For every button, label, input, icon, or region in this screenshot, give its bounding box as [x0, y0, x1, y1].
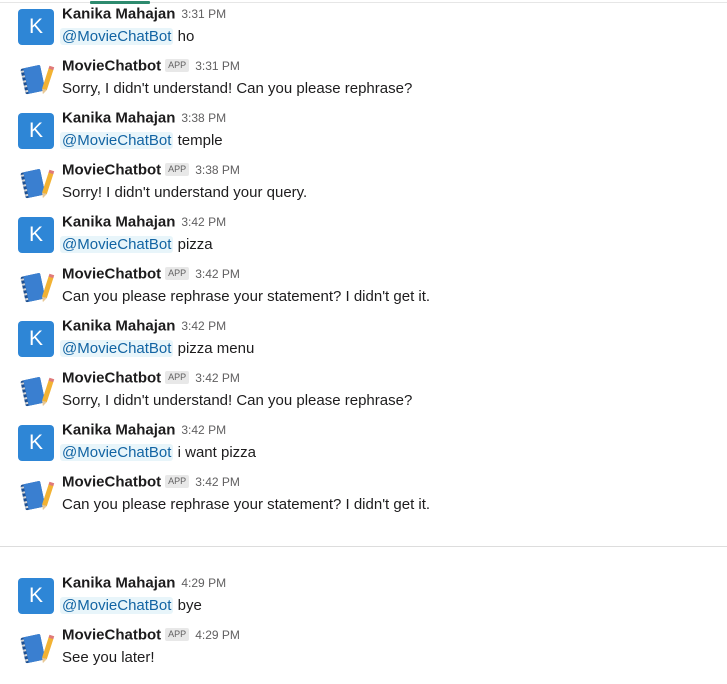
mention-link[interactable]: @MovieChatBot: [60, 132, 174, 149]
message-header: MovieChatbot APP 4:29 PM: [62, 626, 240, 646]
message-header: Kanika Mahajan 3:38 PM: [62, 109, 226, 129]
message-user: K Kanika Mahajan 3:38 PM @MovieChatBot te…: [0, 109, 727, 161]
message-user: K Kanika Mahajan 3:42 PM @MovieChatBot pi…: [0, 213, 727, 265]
app-badge: APP: [165, 59, 190, 73]
sender-name[interactable]: MovieChatbot: [62, 57, 161, 74]
message-body: @MovieChatBot pizza: [60, 236, 213, 253]
day-divider: [0, 546, 727, 547]
message-bot: MovieChatbot APP 3:31 PM Sorry, I didn't u…: [0, 57, 727, 109]
timestamp[interactable]: 3:42 PM: [195, 475, 240, 489]
mention-link[interactable]: @MovieChatBot: [60, 28, 174, 45]
message-header: MovieChatbot APP 3:42 PM: [62, 473, 240, 493]
message-header: Kanika Mahajan 3:42 PM: [62, 317, 226, 337]
message-bot: MovieChatbot APP 3:42 PM Can you please re…: [0, 473, 727, 525]
sender-name[interactable]: Kanika Mahajan: [62, 574, 175, 591]
message-user: K Kanika Mahajan 4:29 PM @MovieChatBot by…: [0, 574, 727, 626]
message-text: See you later!: [62, 649, 155, 666]
message-text: Sorry! I didn't understand your query.: [62, 184, 308, 201]
mention-link[interactable]: @MovieChatBot: [60, 444, 174, 461]
message-bot: MovieChatbot APP 3:42 PM Can you please re…: [0, 265, 727, 317]
message-header: MovieChatbot APP 3:42 PM: [62, 265, 240, 285]
message-text: Sorry, I didn't understand! Can you plea…: [62, 392, 413, 409]
notebook-pencil-icon[interactable]: [17, 629, 55, 667]
message-user: K Kanika Mahajan 3:31 PM @MovieChatBot ho: [0, 5, 727, 57]
notebook-pencil-icon[interactable]: [17, 164, 55, 202]
message-body: @MovieChatBot i want pizza: [60, 444, 256, 461]
sender-name[interactable]: MovieChatbot: [62, 161, 161, 178]
notebook-pencil-icon[interactable]: [17, 372, 55, 410]
timestamp[interactable]: 3:31 PM: [195, 59, 240, 73]
notebook-pencil-icon[interactable]: [17, 476, 55, 514]
timestamp[interactable]: 3:38 PM: [181, 111, 226, 125]
timestamp[interactable]: 3:42 PM: [195, 267, 240, 281]
message-body: Sorry, I didn't understand! Can you plea…: [62, 80, 412, 97]
app-badge: APP: [165, 475, 190, 489]
message-header: Kanika Mahajan 4:29 PM: [62, 574, 226, 594]
message-body: Can you please rephrase your statement? …: [62, 288, 430, 305]
message-header: MovieChatbot APP 3:38 PM: [62, 161, 240, 181]
message-text: temple: [177, 132, 223, 149]
avatar[interactable]: K: [18, 578, 54, 614]
timestamp[interactable]: 3:42 PM: [181, 423, 226, 437]
avatar[interactable]: K: [18, 217, 54, 253]
sender-name[interactable]: Kanika Mahajan: [62, 317, 175, 334]
app-badge: APP: [165, 267, 190, 281]
message-header: Kanika Mahajan 3:42 PM: [62, 421, 226, 441]
message-text: ho: [177, 28, 195, 45]
message-text: Can you please rephrase your statement? …: [62, 288, 431, 305]
message-header: MovieChatbot APP 3:31 PM: [62, 57, 240, 77]
message-body: Sorry! I didn't understand your query.: [62, 184, 307, 201]
message-body: See you later!: [62, 649, 155, 666]
timestamp[interactable]: 3:42 PM: [195, 371, 240, 385]
sender-name[interactable]: Kanika Mahajan: [62, 109, 175, 126]
notebook-pencil-icon[interactable]: [17, 60, 55, 98]
message-body: Sorry, I didn't understand! Can you plea…: [62, 392, 412, 409]
message-user: K Kanika Mahajan 3:42 PM @MovieChatBot i …: [0, 421, 727, 473]
avatar[interactable]: K: [18, 321, 54, 357]
message-body: @MovieChatBot temple: [60, 132, 223, 149]
message-body: @MovieChatBot pizza menu: [60, 340, 255, 357]
message-text: Sorry, I didn't understand! Can you plea…: [62, 80, 413, 97]
sender-name[interactable]: Kanika Mahajan: [62, 213, 175, 230]
message-header: Kanika Mahajan 3:42 PM: [62, 213, 226, 233]
message-text: Can you please rephrase your statement? …: [62, 496, 431, 513]
app-badge: APP: [165, 628, 190, 642]
timestamp[interactable]: 3:42 PM: [181, 319, 226, 333]
app-badge: APP: [165, 163, 190, 177]
message-user: K Kanika Mahajan 3:42 PM @MovieChatBot pi…: [0, 317, 727, 369]
sender-name[interactable]: Kanika Mahajan: [62, 5, 175, 22]
message-body: @MovieChatBot ho: [60, 28, 195, 45]
timestamp[interactable]: 4:29 PM: [181, 576, 226, 590]
avatar[interactable]: K: [18, 113, 54, 149]
mention-link[interactable]: @MovieChatBot: [60, 236, 174, 253]
sender-name[interactable]: MovieChatbot: [62, 473, 161, 490]
timestamp[interactable]: 4:29 PM: [195, 628, 240, 642]
timestamp[interactable]: 3:42 PM: [181, 215, 226, 229]
notebook-pencil-icon[interactable]: [17, 268, 55, 306]
message-bot: MovieChatbot APP 3:42 PM Sorry, I didn't u…: [0, 369, 727, 421]
message-text: bye: [177, 597, 202, 614]
sender-name[interactable]: MovieChatbot: [62, 369, 161, 386]
timestamp[interactable]: 3:38 PM: [195, 163, 240, 177]
avatar[interactable]: K: [18, 425, 54, 461]
message-header: Kanika Mahajan 3:31 PM: [62, 5, 226, 25]
message-text: pizza menu: [177, 340, 255, 357]
app-badge: APP: [165, 371, 190, 385]
sender-name[interactable]: MovieChatbot: [62, 626, 161, 643]
sender-name[interactable]: Kanika Mahajan: [62, 421, 175, 438]
message-header: MovieChatbot APP 3:42 PM: [62, 369, 240, 389]
timestamp[interactable]: 3:31 PM: [181, 7, 226, 21]
message-body: @MovieChatBot bye: [60, 597, 202, 614]
message-body: Can you please rephrase your statement? …: [62, 496, 430, 513]
message-text: i want pizza: [177, 444, 256, 461]
mention-link[interactable]: @MovieChatBot: [60, 597, 174, 614]
avatar[interactable]: K: [18, 9, 54, 45]
sender-name[interactable]: MovieChatbot: [62, 265, 161, 282]
message-bot: MovieChatbot APP 3:38 PM Sorry! I didn't u…: [0, 161, 727, 213]
unread-accent-bar: [90, 1, 150, 4]
message-text: pizza: [177, 236, 213, 253]
mention-link[interactable]: @MovieChatBot: [60, 340, 174, 357]
message-bot: MovieChatbot APP 4:29 PM See you later!: [0, 626, 727, 678]
